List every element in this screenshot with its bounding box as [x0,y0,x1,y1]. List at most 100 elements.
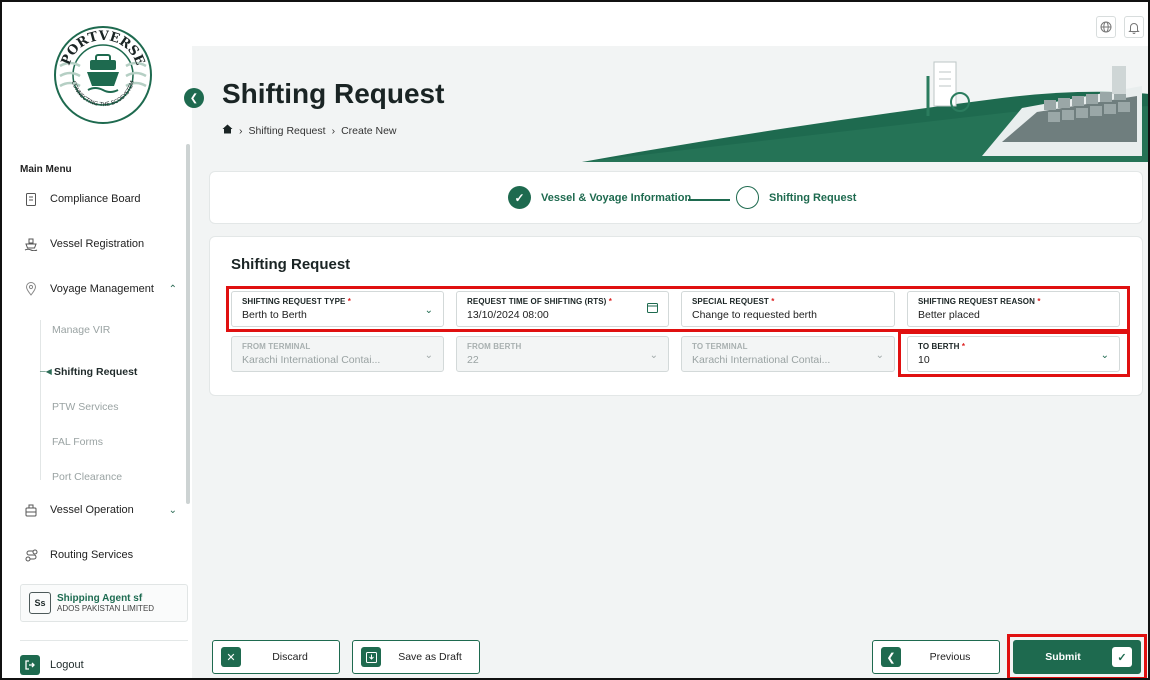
ship-icon [24,237,38,251]
sidebar-item-voyage-management[interactable]: Voyage Management ⌃ [20,278,185,300]
field-value: Berth to Berth [242,309,307,321]
field-value: Better placed [918,309,980,321]
required-marker: * [961,342,966,351]
progress-stepper: ✓ Vessel & Voyage Information Shifting R… [209,171,1143,224]
step-connector [688,199,730,201]
avatar: Ss [29,592,51,614]
chevron-up-icon: ⌃ [168,283,177,295]
field-label: TO BERTH [918,342,960,351]
logout-button[interactable]: Logout [20,655,84,675]
field-label: SHIFTING REQUEST TYPE [242,297,346,306]
cargo-icon [24,503,38,517]
sidebar-subitem-fal-forms[interactable]: FAL Forms [52,436,103,448]
required-marker: * [771,297,775,306]
chevron-left-icon: ❮ [189,92,199,104]
chevron-down-icon: ⌄ [424,350,433,361]
sidebar-item-label: Compliance Board [50,193,141,205]
user-name: Shipping Agent sf [57,593,143,604]
page-title: Shifting Request [222,78,445,109]
from-berth-select: FROM BERTH 22 ⌄ [456,336,669,372]
main-content: ❮ Shifting Request › Shifting Request › … [184,10,1148,678]
field-value: Karachi International Contai... [692,354,831,366]
calendar-icon[interactable] [647,302,658,316]
submenu-guide-line [40,320,41,480]
shifting-request-reason-field[interactable]: SHIFTING REQUEST REASON * Better placed [907,291,1120,327]
rts-datetime-field[interactable]: REQUEST TIME OF SHIFTING (RTS) * 13/10/2… [456,291,669,327]
field-label: TO TERMINAL [692,342,748,351]
header-ship-illustration [582,61,1148,162]
breadcrumb-shifting-request[interactable]: Shifting Request [249,125,326,137]
check-icon: ✓ [1112,647,1132,667]
sidebar-subitem-ptw-services[interactable]: PTW Services [52,401,119,413]
step-circle-icon [736,186,759,209]
form-title: Shifting Request [231,256,351,273]
route-icon [24,548,38,562]
sidebar-item-vessel-operation[interactable]: Vessel Operation ⌄ [20,499,185,521]
top-bar [192,10,1148,46]
sidebar-collapse-button[interactable]: ❮ [184,88,204,108]
to-berth-select[interactable]: TO BERTH * 10 ⌄ [907,336,1120,372]
globe-icon[interactable] [1096,16,1116,38]
save-draft-label: Save as Draft [398,651,462,663]
step-vessel-voyage-information[interactable]: ✓ Vessel & Voyage Information [508,186,691,209]
logout-label: Logout [50,659,84,671]
location-icon [24,282,38,296]
special-request-field[interactable]: SPECIAL REQUEST * Change to requested be… [681,291,895,327]
field-label: SHIFTING REQUEST REASON [918,297,1035,306]
sidebar-subitem-manage-vir[interactable]: Manage VIR [52,324,110,336]
bell-icon[interactable] [1124,16,1144,38]
document-icon [24,192,38,206]
field-label: REQUEST TIME OF SHIFTING (RTS) [467,297,607,306]
field-value: 13/10/2024 08:00 [467,309,549,321]
portverse-logo: PORTVERSE CONNECTING THE ECOSYSTEM [54,26,152,124]
chevron-left-icon: ❮ [881,647,901,667]
chevron-down-icon: ⌄ [424,305,433,316]
check-icon: ✓ [508,186,531,209]
previous-button[interactable]: ❮ Previous [872,640,1000,674]
previous-label: Previous [929,651,971,663]
submit-label: Submit [1045,651,1081,663]
save-draft-button[interactable]: Save as Draft [352,640,480,674]
field-label: FROM TERMINAL [242,342,311,351]
app-frame: PORTVERSE CONNECTING THE ECOSYSTEM Main … [0,0,1150,680]
sidebar-item-label: Vessel Operation [50,504,134,516]
submit-button[interactable]: Submit ✓ [1013,640,1141,674]
step-label: Vessel & Voyage Information [541,191,692,204]
breadcrumb-separator-icon: › [239,124,243,137]
field-value: 10 [918,354,930,366]
chevron-down-icon: ⌄ [168,504,177,516]
sidebar-item-vessel-registration[interactable]: Vessel Registration [20,233,185,255]
sidebar: PORTVERSE CONNECTING THE ECOSYSTEM Main … [10,10,190,675]
sidebar-item-label: Vessel Registration [50,238,145,250]
discard-button[interactable]: ✕ Discard [212,640,340,674]
to-terminal-select: TO TERMINAL Karachi International Contai… [681,336,895,372]
main-menu-label: Main Menu [20,164,72,175]
sidebar-subitem-port-clearance[interactable]: Port Clearance [52,471,122,483]
from-terminal-select: FROM TERMINAL Karachi International Cont… [231,336,444,372]
field-label: SPECIAL REQUEST [692,297,769,306]
save-draft-icon [361,647,381,667]
sidebar-item-compliance-board[interactable]: Compliance Board [20,188,185,210]
shifting-request-type-select[interactable]: SHIFTING REQUEST TYPE * Berth to Berth ⌄ [231,291,444,327]
step-shifting-request[interactable]: Shifting Request [736,186,856,209]
sidebar-item-routing-services[interactable]: Routing Services [20,544,185,566]
sidebar-divider [20,640,188,641]
sidebar-item-label: Voyage Management [50,283,154,295]
active-indicator-icon: ─◀ [40,367,52,376]
user-organization: ADOS PAKISTAN LIMITED [57,604,155,613]
breadcrumb-create-new: Create New [341,124,397,137]
breadcrumb: › Shifting Request › Create New [222,124,397,137]
sidebar-scrollbar[interactable] [186,144,190,504]
sidebar-item-label: Routing Services [50,549,134,561]
required-marker: * [347,297,351,306]
chevron-down-icon: ⌄ [875,350,884,361]
step-label: Shifting Request [769,191,857,204]
sidebar-subitem-shifting-request[interactable]: Shifting Request [54,366,137,378]
close-icon: ✕ [221,647,241,667]
user-profile-card[interactable]: Ss Shipping Agent sf ADOS PAKISTAN LIMIT… [20,584,188,622]
chevron-down-icon: ⌄ [1100,350,1109,361]
shifting-request-form: Shifting Request SHIFTING REQUEST TYPE *… [209,236,1143,396]
logout-icon [20,655,40,675]
home-icon[interactable] [222,124,233,137]
discard-label: Discard [272,651,308,663]
